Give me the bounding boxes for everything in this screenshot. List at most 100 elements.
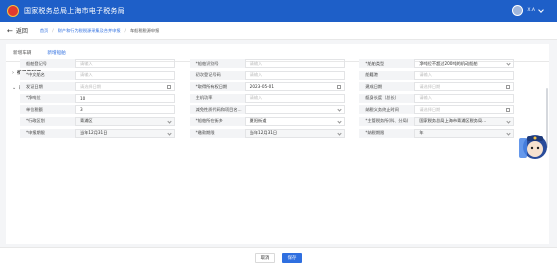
field-value[interactable]: 请选择日期 [80,84,101,90]
field-value[interactable]: 夏阳街道 [250,118,267,124]
field-date-picker[interactable]: 2023-05-01 [244,82,345,92]
field-value[interactable]: 请输入 [250,95,263,101]
form-field: *取得所有权日期 2023-05-01 [189,82,360,92]
form-field: 发证日期 请选择日期 [20,82,190,92]
field-select[interactable]: 青浦区 [75,116,175,126]
user-avatar[interactable] [512,5,524,16]
field-label: *船舶类型 [359,59,415,68]
field-value[interactable]: 当年12月31日 [80,130,107,136]
field-value[interactable]: 请选择日期 [419,107,440,113]
save-button[interactable]: 保存 [282,253,302,263]
chevron-down-icon[interactable]: ⌄ [12,85,16,91]
field-input[interactable]: 请输入 [414,70,515,80]
form-field: 纳税义务终止时间 请选择日期 [359,105,529,115]
assistant-mascot-icon[interactable] [518,130,548,162]
field-date-picker[interactable]: 请选择日期 [75,82,175,92]
chevron-down-icon[interactable] [167,119,172,124]
form-field: 单位税额 3 [20,105,190,115]
field-value[interactable]: 请输入 [250,72,263,78]
field-value[interactable]: 请输入 [80,61,93,67]
breadcrumb-current: 车船税税源申报 [129,27,160,33]
field-input[interactable]: 10 [75,93,175,103]
user-name[interactable]: X.A [527,8,535,13]
form-field: 艇身长度（总长） 请输入 [359,93,529,103]
form-field: *船舶所在街乡 夏阳街道 [189,116,360,126]
form-field: *申报期限 当年12月31日 [20,128,190,138]
chevron-down-icon[interactable] [506,130,511,136]
chevron-right-icon[interactable]: › [12,70,14,76]
chevron-down-icon[interactable] [337,130,342,136]
field-select[interactable]: 国家税务总局上海市青浦区税务局... [414,116,515,126]
form-field: 主机功率 请输入 [189,93,360,103]
breadcrumb-separator: / [52,27,54,33]
field-value[interactable]: 国家税务总局上海市青浦区税务局... [419,118,486,124]
field-value[interactable]: 3 [80,107,83,112]
field-input[interactable]: 请输入 [414,93,515,103]
field-value[interactable]: 请输入 [419,95,432,101]
chevron-down-icon[interactable] [506,119,511,124]
field-label: *申报期限 [20,128,75,138]
field-input[interactable]: 请输入 [244,59,345,68]
back-button[interactable]: ← 返回 [7,26,28,36]
field-label: *纳税期限 [359,128,415,138]
chevron-down-icon[interactable] [538,6,544,13]
field-label: *行政区划 [20,116,75,126]
field-value[interactable]: 10 [80,96,85,101]
form-field: 初次登记号码 请输入 [189,70,360,80]
chevron-down-icon[interactable] [337,107,342,112]
chevron-down-icon[interactable] [337,119,342,124]
calendar-icon[interactable] [506,108,511,113]
field-select[interactable]: 当年12月31日 [75,128,175,138]
field-select[interactable] [244,105,345,115]
form-field: *净吨位 10 [20,93,190,103]
calendar-icon[interactable] [167,85,171,90]
vessel-form: 船舶登记号 请输入 *船舶识别号 请输入 *船舶类型 净吨位不超过200吨的机动船舶 *中文… [20,59,529,140]
field-value[interactable]: 请输入 [419,72,432,78]
field-input[interactable]: 请输入 [75,70,175,80]
field-select[interactable]: 夏阳街道 [244,116,345,126]
field-select[interactable]: 净吨位不超过200吨的机动船舶 [414,59,515,68]
field-value[interactable]: 净吨位不超过200吨的机动船舶 [419,61,477,67]
field-value[interactable]: 请选择日期 [419,84,440,90]
field-input[interactable]: 请输入 [75,59,175,68]
arrow-left-icon[interactable]: ← [7,27,13,35]
field-label: 发证日期 [20,82,75,92]
tax-emblem-logo [7,5,19,17]
field-value[interactable]: 青浦区 [80,118,93,124]
field-select[interactable]: 年 [414,128,515,138]
field-value[interactable]: 当年12月31日 [250,130,277,136]
field-label: *中文船名 [20,70,75,80]
breadcrumb-home[interactable]: 首页 [40,28,48,34]
field-input[interactable]: 请输入 [244,93,345,103]
field-value[interactable]: 请输入 [80,72,93,78]
chevron-down-icon[interactable] [506,61,511,66]
field-input[interactable]: 请输入 [244,70,345,80]
field-input[interactable]: 3 [75,105,175,115]
field-date-picker[interactable]: 请选择日期 [414,105,515,115]
breadcrumb-separator: / [124,27,126,33]
field-value[interactable]: 2023-05-01 [250,84,274,89]
field-label: *缴款期限 [189,128,245,138]
breadcrumb-property-tax[interactable]: 财产和行为税税源采集及合并申报 [58,28,121,34]
field-value[interactable]: 请输入 [250,61,263,67]
top-header: 国家税务总局上海市电子税务局 X.A [0,0,557,22]
form-field: *中文船名 请输入 [20,70,190,80]
field-select[interactable]: 当年12月31日 [244,128,345,138]
calendar-icon[interactable] [336,85,341,90]
field-label: 艇身长度（总长） [359,93,415,103]
back-label[interactable]: 返回 [16,26,28,35]
field-label: 船籍港 [359,70,415,80]
form-field: 建成日期 请选择日期 [359,82,529,92]
field-label: 主机功率 [189,93,245,103]
form-field: *船舶类型 净吨位不超过200吨的机动船舶 [359,59,529,68]
field-label: *主管税务所(科、分局) [359,116,415,126]
field-label: 单位税额 [20,105,75,115]
calendar-icon[interactable] [506,85,511,90]
cancel-button[interactable]: 取消 [255,253,275,263]
user-menu[interactable]: X.A [512,5,544,16]
field-date-picker[interactable]: 请选择日期 [414,82,515,92]
form-field: 船舶登记号 请输入 [20,59,190,68]
chevron-down-icon[interactable] [167,130,172,136]
field-value[interactable]: 年 [419,130,423,136]
form-field: *纳税期限年 [359,128,529,138]
